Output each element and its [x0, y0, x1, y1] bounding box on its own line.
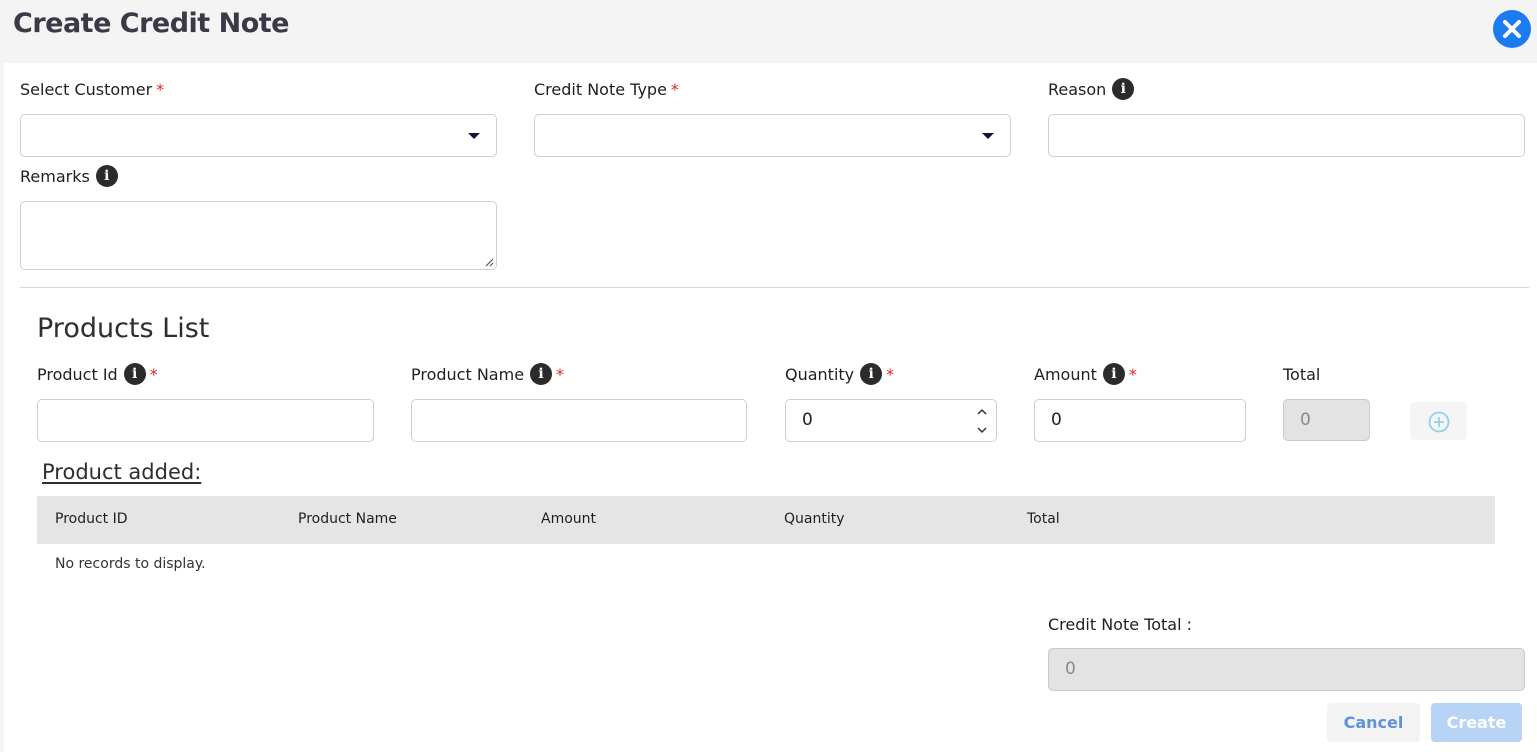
- required-marker: *: [1128, 365, 1137, 384]
- product-id-label-text: Product Id: [37, 365, 118, 384]
- quantity-label-text: Quantity: [785, 365, 855, 384]
- close-icon: [1503, 20, 1521, 38]
- total-label: Total: [1283, 365, 1321, 384]
- close-button[interactable]: [1493, 10, 1531, 48]
- products-list-heading: Products List: [37, 313, 210, 344]
- product-id-label: Product Id i *: [37, 363, 158, 385]
- add-product-button[interactable]: [1410, 402, 1467, 440]
- column-header-amount[interactable]: Amount: [541, 511, 596, 527]
- required-marker: *: [886, 365, 895, 384]
- quantity-label: Quantity i *: [785, 363, 895, 385]
- create-button[interactable]: Create: [1431, 703, 1522, 742]
- credit-note-total-label: Credit Note Total :: [1048, 615, 1193, 634]
- column-header-product-id[interactable]: Product ID: [55, 511, 128, 527]
- column-header-quantity[interactable]: Quantity: [784, 511, 845, 527]
- product-name-label-text: Product Name: [411, 365, 525, 384]
- column-header-product-name[interactable]: Product Name: [298, 511, 397, 527]
- modal-header: Create Credit Note: [0, 0, 1537, 60]
- product-added-heading: Product added:: [42, 460, 202, 484]
- chevron-down-icon: [468, 133, 480, 139]
- total-input: 0: [1283, 399, 1370, 441]
- amount-value: 0: [1051, 410, 1062, 430]
- cancel-button[interactable]: Cancel: [1327, 703, 1420, 742]
- stepper-arrows-icon[interactable]: [976, 406, 988, 436]
- column-header-total[interactable]: Total: [1027, 511, 1060, 527]
- info-icon[interactable]: i: [860, 363, 883, 385]
- reason-label-text: Reason: [1048, 80, 1107, 99]
- select-customer-label-text: Select Customer: [20, 80, 153, 99]
- select-customer-label: Select Customer *: [20, 80, 164, 99]
- remarks-textarea[interactable]: [20, 201, 497, 270]
- page-title: Create Credit Note: [13, 8, 289, 39]
- empty-table-message: No records to display.: [55, 556, 206, 572]
- quantity-stepper[interactable]: 0: [785, 399, 997, 442]
- credit-note-total-value: 0: [1065, 659, 1076, 679]
- info-icon[interactable]: i: [1112, 78, 1135, 100]
- select-customer-dropdown[interactable]: [20, 114, 497, 157]
- remarks-label: Remarks i: [20, 165, 118, 187]
- products-table-header: Product ID Product Name Amount Quantity …: [37, 496, 1495, 544]
- section-divider: [20, 287, 1529, 288]
- remarks-label-text: Remarks: [20, 167, 90, 186]
- amount-label: Amount i *: [1034, 363, 1137, 385]
- product-name-label: Product Name i *: [411, 363, 565, 385]
- required-marker: *: [670, 80, 679, 99]
- product-name-input[interactable]: [411, 399, 747, 442]
- required-marker: *: [556, 365, 565, 384]
- resize-handle-icon[interactable]: [484, 257, 494, 267]
- amount-input[interactable]: 0: [1034, 399, 1246, 442]
- total-value: 0: [1300, 410, 1311, 430]
- chevron-down-icon: [982, 133, 994, 139]
- credit-note-type-label: Credit Note Type *: [534, 80, 679, 99]
- info-icon[interactable]: i: [1102, 363, 1125, 385]
- required-marker: *: [149, 365, 158, 384]
- info-icon[interactable]: i: [530, 363, 553, 385]
- info-icon[interactable]: i: [123, 363, 146, 385]
- form-panel: Select Customer * Credit Note Type * Reaso…: [4, 63, 1537, 752]
- credit-note-type-dropdown[interactable]: [534, 114, 1011, 157]
- credit-note-type-label-text: Credit Note Type: [534, 80, 667, 99]
- amount-label-text: Amount: [1034, 365, 1097, 384]
- plus-circle-icon: [1428, 411, 1450, 433]
- product-id-input[interactable]: [37, 399, 374, 442]
- reason-input[interactable]: [1048, 114, 1525, 157]
- reason-label: Reason i: [1048, 78, 1135, 100]
- required-marker: *: [156, 80, 165, 99]
- credit-note-total-input: 0: [1048, 648, 1525, 691]
- quantity-value: 0: [802, 410, 813, 430]
- info-icon[interactable]: i: [95, 165, 118, 187]
